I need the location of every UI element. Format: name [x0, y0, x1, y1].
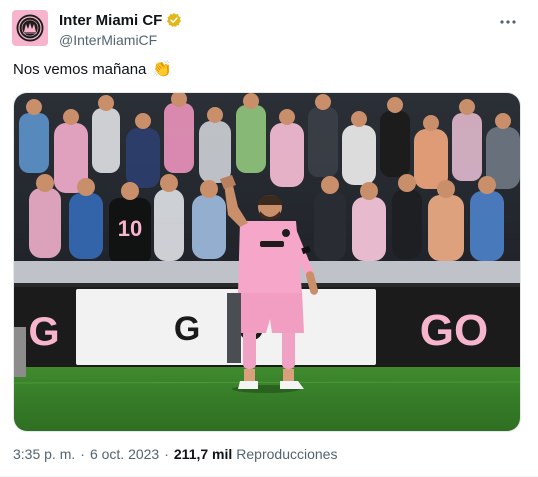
more-horizontal-icon[interactable]	[498, 14, 518, 30]
verified-badge-icon	[166, 12, 182, 28]
tweet-date[interactable]: 6 oct. 2023	[90, 446, 159, 462]
board-text-right: GO	[420, 306, 488, 355]
tweet: Inter Miami CF @InterMiamiCF Nos vemos m…	[0, 0, 538, 477]
views-count[interactable]: 211,7 mil	[174, 446, 232, 462]
tweet-photo[interactable]: 10 G O GO G	[13, 92, 521, 432]
tweet-time[interactable]: 3:35 p. m.	[13, 446, 75, 462]
meta-separator: ·	[164, 446, 169, 462]
tweet-text: Nos vemos mañana 👏	[13, 60, 172, 80]
tweet-header: Inter Miami CF @InterMiamiCF	[12, 8, 526, 48]
tweet-meta: 3:35 p. m. · 6 oct. 2023 · 211,7 mil Rep…	[13, 446, 337, 462]
handle[interactable]: @InterMiamiCF	[59, 32, 182, 48]
clapping-hands-emoji: 👏	[152, 61, 173, 78]
svg-text:G: G	[28, 310, 59, 354]
fan-jersey-number: 10	[118, 216, 142, 241]
inter-miami-crest-icon	[16, 14, 44, 42]
avatar[interactable]	[12, 10, 48, 46]
photo-messi-celebrating: 10 G O GO G	[14, 93, 520, 431]
display-name[interactable]: Inter Miami CF	[59, 12, 162, 29]
tweet-body: Nos vemos mañana	[13, 61, 147, 78]
account-names: Inter Miami CF @InterMiamiCF	[59, 11, 182, 48]
views-label: Reproducciones	[236, 446, 338, 462]
meta-separator: ·	[80, 446, 85, 462]
